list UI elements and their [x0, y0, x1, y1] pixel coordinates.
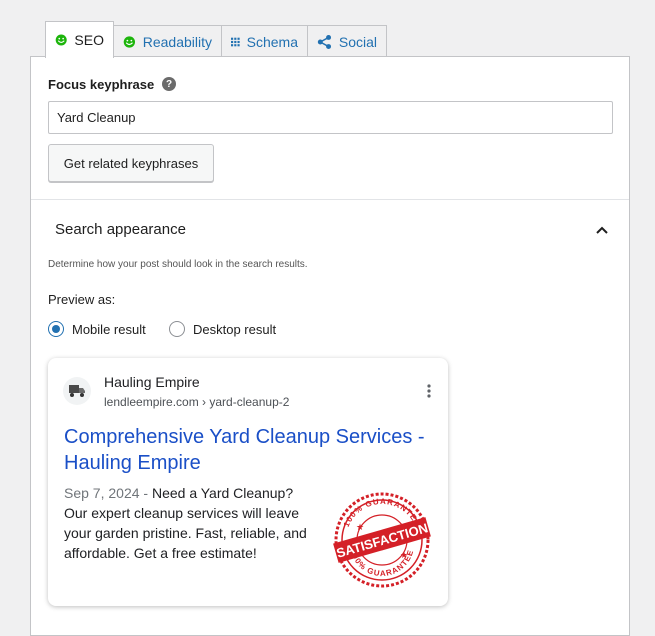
date-separator: -	[139, 485, 152, 501]
tab-seo[interactable]: SEO	[45, 21, 114, 58]
tab-label: Readability	[142, 33, 212, 50]
more-vertical-icon[interactable]	[426, 383, 432, 399]
site-name: Hauling Empire	[104, 374, 200, 390]
radio-button[interactable]	[169, 321, 185, 337]
search-appearance-description: Determine how your post should look in t…	[48, 259, 308, 270]
focus-keyphrase-label: Focus keyphrase	[48, 77, 155, 92]
site-favicon	[63, 377, 91, 405]
related-keyphrases-button[interactable]: Get related keyphrases	[48, 144, 214, 182]
share-icon	[317, 34, 332, 49]
smiley-icon	[55, 34, 67, 46]
radio-button[interactable]	[48, 321, 64, 337]
svg-text:★: ★	[400, 550, 408, 560]
seo-panel: Focus keyphrase ? Get related keyphrases…	[30, 56, 630, 636]
tab-label: Social	[338, 33, 377, 50]
tab-schema[interactable]: Schema	[221, 25, 308, 57]
chevron-up-icon[interactable]	[594, 222, 610, 238]
preview-as-label: Preview as:	[48, 292, 116, 307]
search-appearance-title[interactable]: Search appearance	[55, 221, 186, 238]
site-url: lendleempire.com › yard-cleanup-2	[104, 395, 290, 409]
truck-icon	[69, 385, 85, 397]
result-title[interactable]: Comprehensive Yard Cleanup Services - Ha…	[64, 424, 436, 476]
divider	[31, 199, 629, 200]
satisfaction-guarantee-seal: 100% GUARANTEE 100% GUARANTEE SATISFACTI…	[333, 492, 431, 588]
tab-label: Schema	[246, 33, 298, 50]
grid-icon	[231, 37, 240, 46]
tab-label: SEO	[74, 32, 104, 48]
desktop-result-option[interactable]: Desktop result	[169, 321, 276, 337]
svg-text:★: ★	[356, 522, 364, 532]
result-date: Sep 7, 2024	[64, 485, 140, 501]
tab-social[interactable]: Social	[307, 25, 387, 57]
help-icon[interactable]: ?	[162, 77, 176, 91]
mobile-result-option[interactable]: Mobile result	[48, 321, 146, 337]
option-label: Mobile result	[72, 321, 146, 337]
smiley-icon	[123, 35, 136, 48]
tab-readability[interactable]: Readability	[113, 25, 222, 57]
mobile-preview-card: Hauling Empire lendleempire.com › yard-c…	[48, 358, 448, 606]
result-snippet: Sep 7, 2024 - Need a Yard Cleanup? Our e…	[64, 483, 309, 563]
focus-keyphrase-input[interactable]	[48, 101, 613, 134]
option-label: Desktop result	[193, 321, 277, 337]
